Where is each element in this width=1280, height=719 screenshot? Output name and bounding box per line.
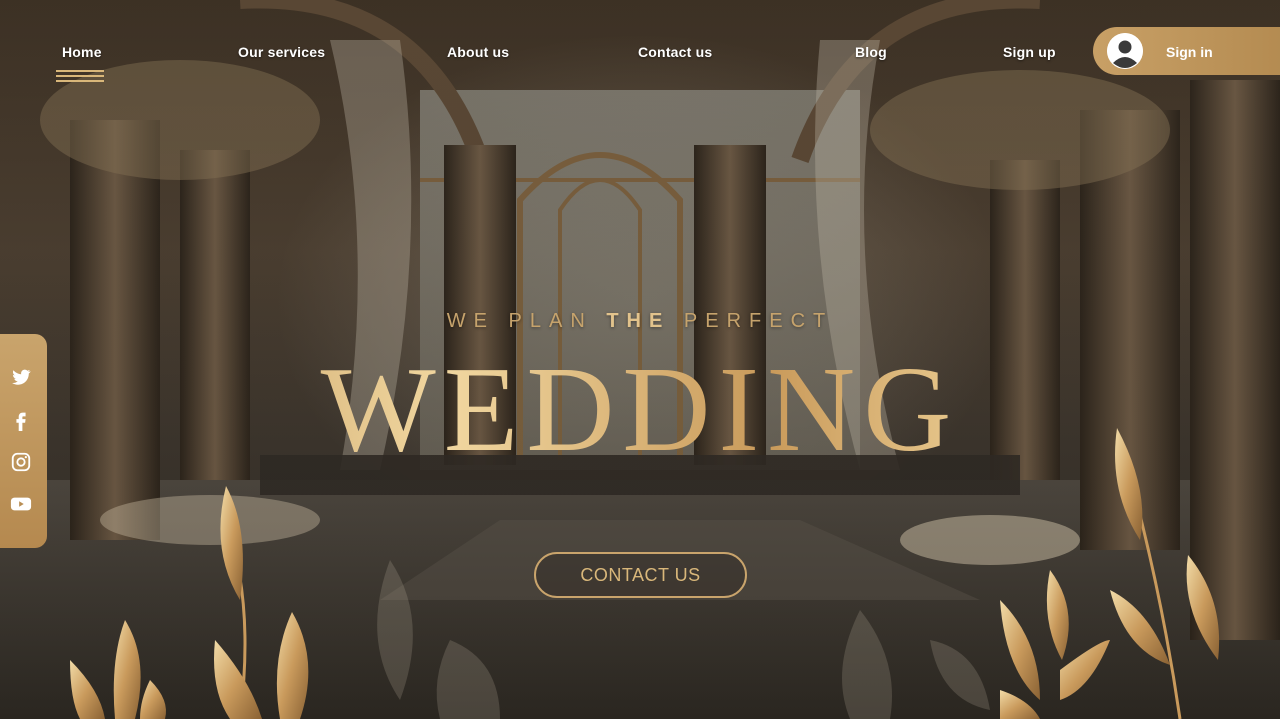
hero-subtitle-part1: WE PLAN <box>446 310 607 332</box>
hero-title: WEDDING <box>0 345 1280 475</box>
nav-about-us[interactable]: About us <box>447 44 509 60</box>
youtube-icon[interactable] <box>10 493 34 517</box>
wedding-landing-page: Home Our services About us Contact us Bl… <box>0 0 1280 719</box>
nav-blog[interactable]: Blog <box>855 44 887 60</box>
contact-us-button[interactable]: CONTACT US <box>534 552 747 598</box>
nav-home[interactable]: Home <box>62 44 102 60</box>
nav-sign-up[interactable]: Sign up <box>1003 44 1056 60</box>
user-avatar-icon <box>1107 33 1143 69</box>
nav-our-services[interactable]: Our services <box>238 44 325 60</box>
hero-subtitle-bold: THE <box>606 310 671 332</box>
active-nav-indicator <box>56 70 104 82</box>
hero-subtitle: WE PLAN THE PERFECT <box>0 310 1280 333</box>
nav-contact-us[interactable]: Contact us <box>638 44 712 60</box>
sign-in-label: Sign in <box>1166 44 1213 60</box>
sign-in-button[interactable]: Sign in <box>1093 27 1280 75</box>
hero-subtitle-part2: PERFECT <box>670 310 834 332</box>
